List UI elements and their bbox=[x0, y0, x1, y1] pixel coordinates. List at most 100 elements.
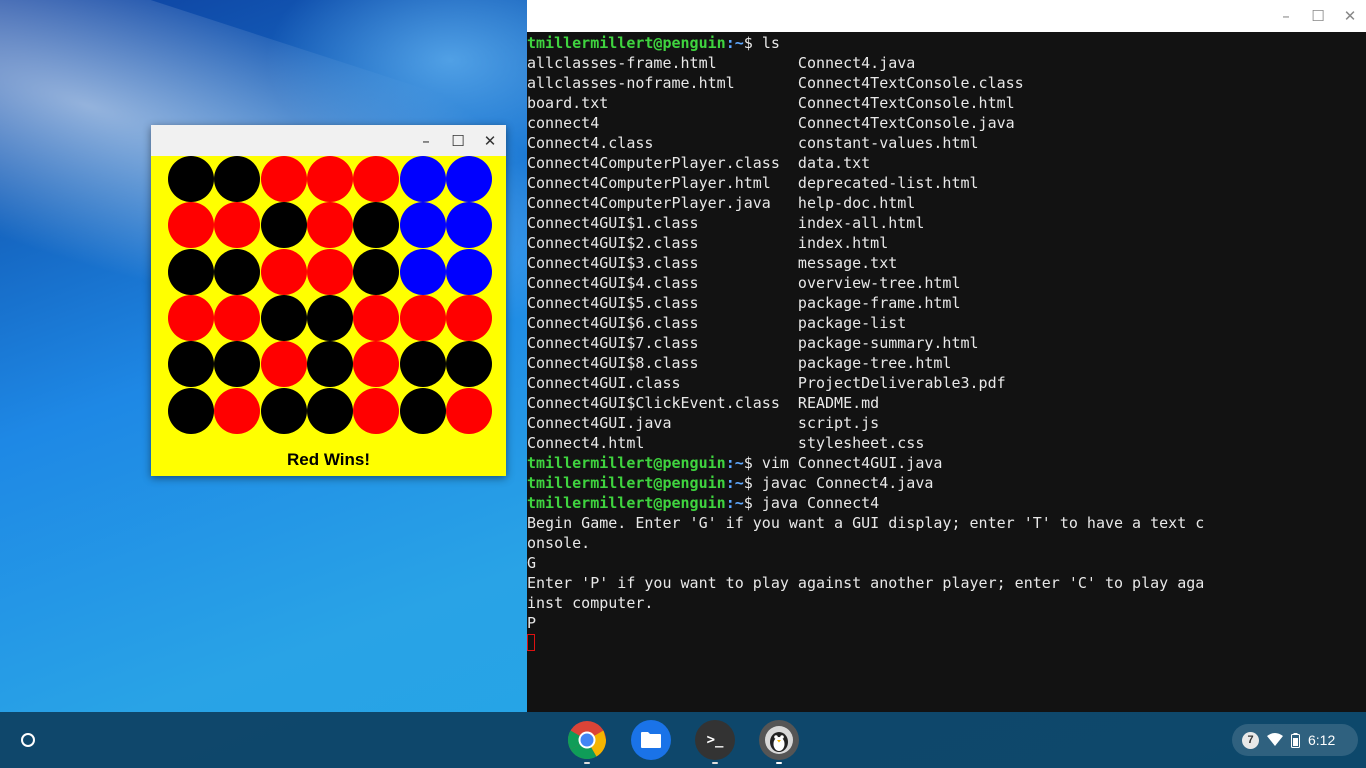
board-cell[interactable] bbox=[399, 294, 446, 341]
board-cell[interactable] bbox=[353, 202, 400, 249]
board-cell[interactable] bbox=[353, 341, 400, 388]
board-cell[interactable] bbox=[399, 341, 446, 388]
board-cell[interactable] bbox=[306, 248, 353, 295]
terminal-output-line: Connect4GUI$8.class package-tree.html bbox=[527, 354, 952, 372]
terminal-output-line: Connect4ComputerPlayer.java help-doc.htm… bbox=[527, 194, 916, 212]
board-cell[interactable] bbox=[353, 387, 400, 434]
terminal-output-line: board.txt Connect4TextConsole.html bbox=[527, 94, 1015, 112]
terminal-icon[interactable]: >_ bbox=[695, 720, 735, 760]
board-cell[interactable] bbox=[260, 294, 307, 341]
terminal-output-line: Enter 'P' if you want to play against an… bbox=[527, 574, 1205, 592]
launcher-button[interactable] bbox=[10, 722, 46, 758]
board-cell[interactable] bbox=[445, 156, 492, 202]
board-cell[interactable] bbox=[168, 202, 214, 249]
prompt-path: :~ bbox=[725, 494, 744, 512]
board-cell[interactable] bbox=[306, 341, 353, 388]
board-cell[interactable] bbox=[399, 202, 446, 249]
board-cell[interactable] bbox=[168, 341, 214, 388]
terminal-running-indicator bbox=[712, 762, 718, 764]
prompt-path: :~ bbox=[725, 34, 744, 52]
clock: 6:12 bbox=[1308, 732, 1336, 748]
board-cell[interactable] bbox=[445, 294, 492, 341]
board-cell[interactable] bbox=[168, 248, 214, 295]
board-cell[interactable] bbox=[399, 248, 446, 295]
terminal-output-line: Begin Game. Enter 'G' if you want a GUI … bbox=[527, 514, 1205, 532]
penguin-running-indicator bbox=[776, 762, 782, 764]
prompt-user: tmillermillert@penguin bbox=[527, 474, 726, 492]
board-cell[interactable] bbox=[168, 156, 214, 202]
terminal-output-line: Connect4GUI$5.class package-frame.html bbox=[527, 294, 961, 312]
terminal-output-line: Connect4GUI$3.class message.txt bbox=[527, 254, 898, 272]
prompt-suffix: $ bbox=[743, 454, 762, 472]
connect4-gui-window: – ☐ ✕ Red Wins! bbox=[151, 125, 506, 476]
terminal-output-line: G bbox=[527, 554, 537, 572]
prompt-user: tmillermillert@penguin bbox=[527, 494, 726, 512]
terminal-titlebar[interactable]: – ☐ ✕ bbox=[527, 0, 1366, 32]
board-cell[interactable] bbox=[399, 387, 446, 434]
board-cell[interactable] bbox=[306, 387, 353, 434]
terminal-output-line: Connect4ComputerPlayer.class data.txt bbox=[527, 154, 871, 172]
terminal-output[interactable]: tmillermillert@penguin:~$ ls allclasses-f… bbox=[527, 32, 1366, 712]
board-cell[interactable] bbox=[353, 156, 400, 202]
board-cell[interactable] bbox=[214, 202, 261, 249]
wifi-icon bbox=[1267, 733, 1283, 746]
board-cell[interactable] bbox=[306, 202, 353, 249]
linux-penguin-icon[interactable] bbox=[759, 720, 799, 760]
gui-maximize-button[interactable]: ☐ bbox=[442, 125, 474, 156]
terminal-output-line: inst computer. bbox=[527, 594, 654, 612]
connect4-board[interactable] bbox=[168, 156, 494, 436]
gui-close-button[interactable]: ✕ bbox=[474, 125, 506, 156]
board-cell[interactable] bbox=[353, 248, 400, 295]
status-tray[interactable]: 7 6:12 bbox=[1232, 724, 1358, 756]
terminal-close-button[interactable]: ✕ bbox=[1334, 0, 1366, 31]
board-cell[interactable] bbox=[214, 248, 261, 295]
terminal-output-line: Connect4.html stylesheet.css bbox=[527, 434, 925, 452]
board-cell[interactable] bbox=[260, 248, 307, 295]
terminal-output-line: P bbox=[527, 614, 537, 632]
board-cell[interactable] bbox=[306, 156, 353, 202]
gui-titlebar[interactable]: – ☐ ✕ bbox=[151, 125, 506, 156]
board-cell[interactable] bbox=[445, 387, 492, 434]
board-cell[interactable] bbox=[168, 387, 214, 434]
terminal-minimize-button[interactable]: – bbox=[1270, 0, 1302, 31]
terminal-output-line: Connect4GUI.class ProjectDeliverable3.pd… bbox=[527, 374, 1006, 392]
gui-minimize-button[interactable]: – bbox=[410, 125, 442, 156]
terminal-prompt-line: tmillermillert@penguin:~$ ls bbox=[527, 33, 1366, 53]
terminal-output-line: Connect4GUI$1.class index-all.html bbox=[527, 214, 925, 232]
chrome-icon[interactable] bbox=[567, 720, 607, 760]
terminal-prompt-line: tmillermillert@penguin:~$ java Connect4 bbox=[527, 493, 1366, 513]
terminal-output-line: allclasses-noframe.html Connect4TextCons… bbox=[527, 74, 1024, 92]
terminal-maximize-button[interactable]: ☐ bbox=[1302, 0, 1334, 31]
board-cell[interactable] bbox=[260, 387, 307, 434]
terminal-output-line: Connect4GUI$ClickEvent.class README.md bbox=[527, 394, 880, 412]
battery-icon bbox=[1291, 732, 1300, 748]
board-cell[interactable] bbox=[445, 341, 492, 388]
prompt-suffix: $ bbox=[743, 474, 762, 492]
files-icon[interactable] bbox=[631, 720, 671, 760]
prompt-command: ls bbox=[761, 34, 780, 52]
board-cell[interactable] bbox=[260, 341, 307, 388]
board-cell[interactable] bbox=[306, 294, 353, 341]
board-cell[interactable] bbox=[445, 202, 492, 249]
terminal-output-line: connect4 Connect4TextConsole.java bbox=[527, 114, 1015, 132]
board-cell[interactable] bbox=[399, 156, 446, 202]
board-cell[interactable] bbox=[214, 294, 261, 341]
board-cell[interactable] bbox=[353, 294, 400, 341]
launcher-circle-icon bbox=[21, 733, 35, 747]
board-cell[interactable] bbox=[260, 156, 307, 202]
terminal-cursor bbox=[527, 634, 535, 651]
terminal-output-line: Connect4.class constant-values.html bbox=[527, 134, 979, 152]
terminal-window: – ☐ ✕ tmillermillert@penguin:~$ ls allcla… bbox=[527, 0, 1366, 712]
notification-count-badge: 7 bbox=[1242, 731, 1259, 749]
board-cell[interactable] bbox=[260, 202, 307, 249]
terminal-prompt-line: tmillermillert@penguin:~$ javac Connect4… bbox=[527, 473, 1366, 493]
board-cell[interactable] bbox=[214, 387, 261, 434]
terminal-output-line: Connect4ComputerPlayer.html deprecated-l… bbox=[527, 174, 979, 192]
terminal-output-line: Connect4GUI$2.class index.html bbox=[527, 234, 889, 252]
terminal-prompt-line: tmillermillert@penguin:~$ vim Connect4GU… bbox=[527, 453, 1366, 473]
board-cell[interactable] bbox=[214, 156, 261, 202]
board-cell[interactable] bbox=[445, 248, 492, 295]
prompt-user: tmillermillert@penguin bbox=[527, 34, 726, 52]
board-cell[interactable] bbox=[214, 341, 261, 388]
board-cell[interactable] bbox=[168, 294, 214, 341]
